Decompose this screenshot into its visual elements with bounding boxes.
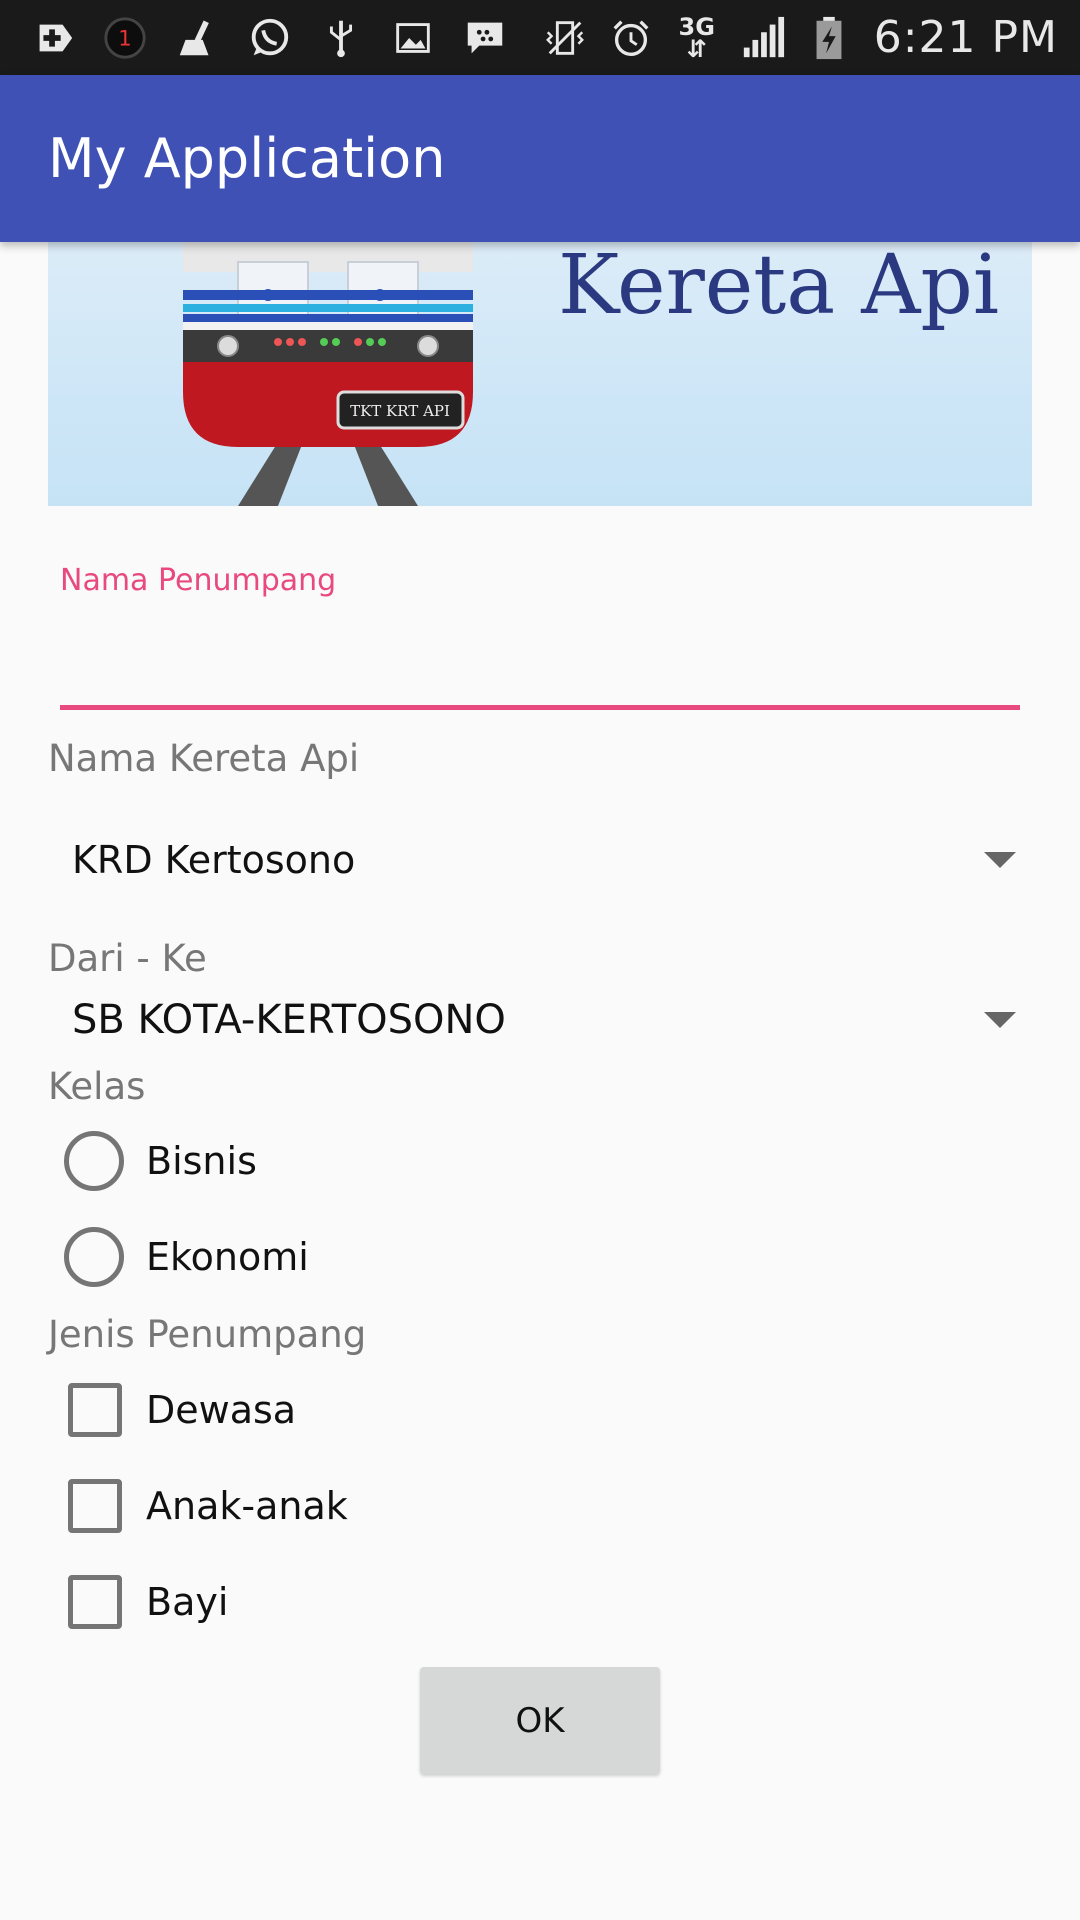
train-illustration: TKT KRT API xyxy=(183,242,473,506)
network-type-label: 3G xyxy=(678,12,715,41)
add-icon xyxy=(28,13,78,63)
whatsapp-icon xyxy=(244,13,294,63)
dropdown-arrow-icon xyxy=(984,852,1016,868)
network-3g-icon: 3G ⇵ xyxy=(678,12,715,63)
usb-icon xyxy=(316,13,366,63)
radio-ekonomi[interactable]: Ekonomi xyxy=(64,1227,309,1287)
radio-button-icon[interactable] xyxy=(64,1227,124,1287)
dropdown-arrow-icon xyxy=(984,1012,1016,1028)
passenger-type-label: Jenis Penumpang xyxy=(48,1313,367,1356)
checkbox-label: Anak-anak xyxy=(146,1484,348,1528)
route-label: Dari - Ke xyxy=(48,937,207,980)
vibrate-icon xyxy=(540,13,590,63)
image-icon xyxy=(388,13,438,63)
train-name-spinner[interactable]: KRD Kertosono xyxy=(48,815,1032,905)
checkbox-icon[interactable] xyxy=(68,1575,122,1629)
radio-button-icon[interactable] xyxy=(64,1131,124,1191)
battery-charging-icon xyxy=(804,13,854,63)
clock: 6:21 PM xyxy=(873,12,1058,63)
train-name-selected: KRD Kertosono xyxy=(72,838,356,882)
signal-icon xyxy=(738,13,788,63)
checkbox-bayi[interactable]: Bayi xyxy=(64,1575,228,1629)
alarm-icon xyxy=(606,13,656,63)
app-title: My Application xyxy=(48,127,446,190)
train-name-label: Nama Kereta Api xyxy=(48,737,360,780)
notification-count: 1 xyxy=(118,25,131,50)
header-banner: TKT KRT API Kereta Api xyxy=(48,242,1032,506)
notification-badge-icon: 1 xyxy=(100,13,150,63)
checkbox-label: Dewasa xyxy=(146,1388,297,1432)
status-bar: 1 3G ⇵ 6:21 PM xyxy=(0,0,1080,75)
radio-bisnis[interactable]: Bisnis xyxy=(64,1131,257,1191)
checkbox-label: Bayi xyxy=(146,1580,229,1624)
ticket-badge: TKT KRT API xyxy=(350,402,450,420)
radio-label: Bisnis xyxy=(146,1139,257,1183)
checkbox-anak-anak[interactable]: Anak-anak xyxy=(64,1479,348,1533)
checkbox-icon[interactable] xyxy=(68,1383,122,1437)
app-bar: My Application xyxy=(0,75,1080,242)
passenger-name-label: Nama Penumpang xyxy=(60,563,337,598)
passenger-name-input[interactable] xyxy=(60,610,1020,710)
route-spinner[interactable]: SB KOTA-KERTOSONO xyxy=(48,990,1032,1050)
cleaner-icon xyxy=(172,13,222,63)
route-selected: SB KOTA-KERTOSONO xyxy=(72,997,506,1043)
checkbox-icon[interactable] xyxy=(68,1479,122,1533)
banner-title: Kereta Api xyxy=(558,242,1000,333)
class-label: Kelas xyxy=(48,1065,146,1108)
ok-button[interactable]: OK xyxy=(420,1667,660,1774)
radio-label: Ekonomi xyxy=(146,1235,309,1279)
bbm-icon xyxy=(460,13,510,63)
checkbox-dewasa[interactable]: Dewasa xyxy=(64,1383,296,1437)
